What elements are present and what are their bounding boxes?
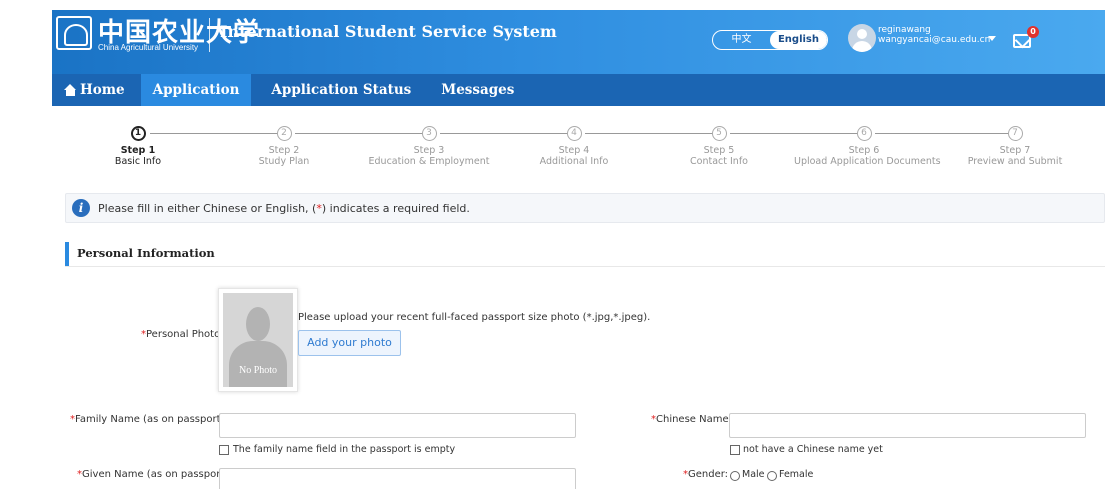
gender-female-label: Female [779,469,814,480]
step-5[interactable]: 5 Step 5 Contact Info [649,126,789,167]
step-subtitle: Additional Info [539,156,609,167]
chinese-name-input[interactable] [729,413,1086,438]
section-divider [65,266,1105,267]
step-title: Step 5 [703,145,735,156]
header: 中国农业大学 China Agricultural University Int… [0,0,1113,80]
step-title: Step 3 [413,145,445,156]
family-name-input[interactable] [219,413,576,438]
gender-male-radio[interactable] [730,471,740,481]
personal-photo-label: *Personal Photo [141,329,221,340]
user-avatar[interactable] [848,24,876,52]
family-name-label: *Family Name (as on passport) : [70,414,231,425]
gender-male-label: Male [742,469,765,480]
step-subtitle: Contact Info [690,156,748,167]
add-photo-button[interactable]: Add your photo [298,330,401,356]
top-banner: 中国农业大学 China Agricultural University Int… [52,10,1105,80]
photo-placeholder[interactable]: No Photo [218,288,298,392]
step-number: 1 [130,126,146,141]
step-3[interactable]: 3 Step 3 Education & Employment [359,126,499,167]
nav-application-status[interactable]: Application Status [259,74,423,106]
step-subtitle: Study Plan [258,156,310,167]
given-name-input[interactable] [219,468,576,489]
step-7[interactable]: 7 Step 7 Preview and Submit [945,126,1085,167]
step-subtitle: Preview and Submit [967,156,1063,167]
step-number: 7 [1007,126,1023,141]
silhouette-icon [246,307,270,341]
no-chinese-name-checkbox[interactable] [730,445,740,455]
step-number: 2 [276,126,292,141]
no-photo-text: No Photo [238,365,278,376]
photo-upload-hint: Please upload your recent full-faced pas… [298,312,651,323]
step-title: Step 6 [848,145,880,156]
nav-home-label: Home [80,82,125,98]
step-number: 5 [711,126,727,141]
step-title: Step 7 [999,145,1031,156]
user-email[interactable]: wangyancai@cau.edu.cn [878,35,990,45]
notice-text: Please fill in either Chinese or English… [98,202,470,215]
user-menu-chevron-down-icon[interactable] [988,36,996,41]
university-emblem-icon [56,16,92,50]
step-number: 4 [566,126,582,141]
no-chinese-name-label: not have a Chinese name yet [743,444,883,455]
step-2[interactable]: 2 Step 2 Study Plan [214,126,354,167]
step-4[interactable]: 4 Step 4 Additional Info [504,126,644,167]
application-stepper: 1 Step 1 Basic Info 2 Step 2 Study Plan … [52,118,1105,182]
system-title: International Student Service System [220,22,557,41]
section-title: Personal Information [77,246,215,260]
main-nav: Home Application Application Status Mess… [52,74,1105,106]
chinese-name-label: *Chinese Name: [651,414,733,425]
step-number: 6 [856,126,872,141]
unread-count-badge: 0 [1027,26,1039,38]
section-accent-bar [65,242,69,266]
family-name-empty-label: The family name field in the passport is… [233,444,456,455]
step-title: Step 4 [558,145,590,156]
language-toggle: 中文 English [712,30,828,50]
required-field-notice: i Please fill in either Chinese or Engli… [65,193,1105,223]
gender-label: *Gender: [683,469,729,480]
info-icon: i [72,199,90,217]
step-1[interactable]: 1 Step 1 Basic Info [68,126,208,167]
nav-home[interactable]: Home [52,74,137,106]
gender-female-radio[interactable] [767,471,777,481]
step-subtitle: Education & Employment [368,156,490,167]
university-logo-en: China Agricultural University [98,43,199,52]
nav-application[interactable]: Application [140,74,252,106]
given-name-label: *Given Name (as on passport): [77,469,232,480]
language-english-button[interactable]: English [770,31,827,49]
no-photo-image: No Photo [223,293,293,387]
nav-messages[interactable]: Messages [429,74,526,106]
step-6[interactable]: 6 Step 6 Upload Application Documents [794,126,941,167]
step-title: Step 1 [120,145,156,156]
step-subtitle: Upload Application Documents [794,156,941,167]
user-name[interactable]: reginawang [878,25,931,35]
step-number: 3 [421,126,437,141]
family-name-empty-checkbox[interactable] [219,445,229,455]
step-subtitle: Basic Info [114,156,162,167]
language-chinese-button[interactable]: 中文 [713,31,770,49]
step-title: Step 2 [268,145,300,156]
home-icon [64,84,77,96]
logo-divider [209,18,210,52]
